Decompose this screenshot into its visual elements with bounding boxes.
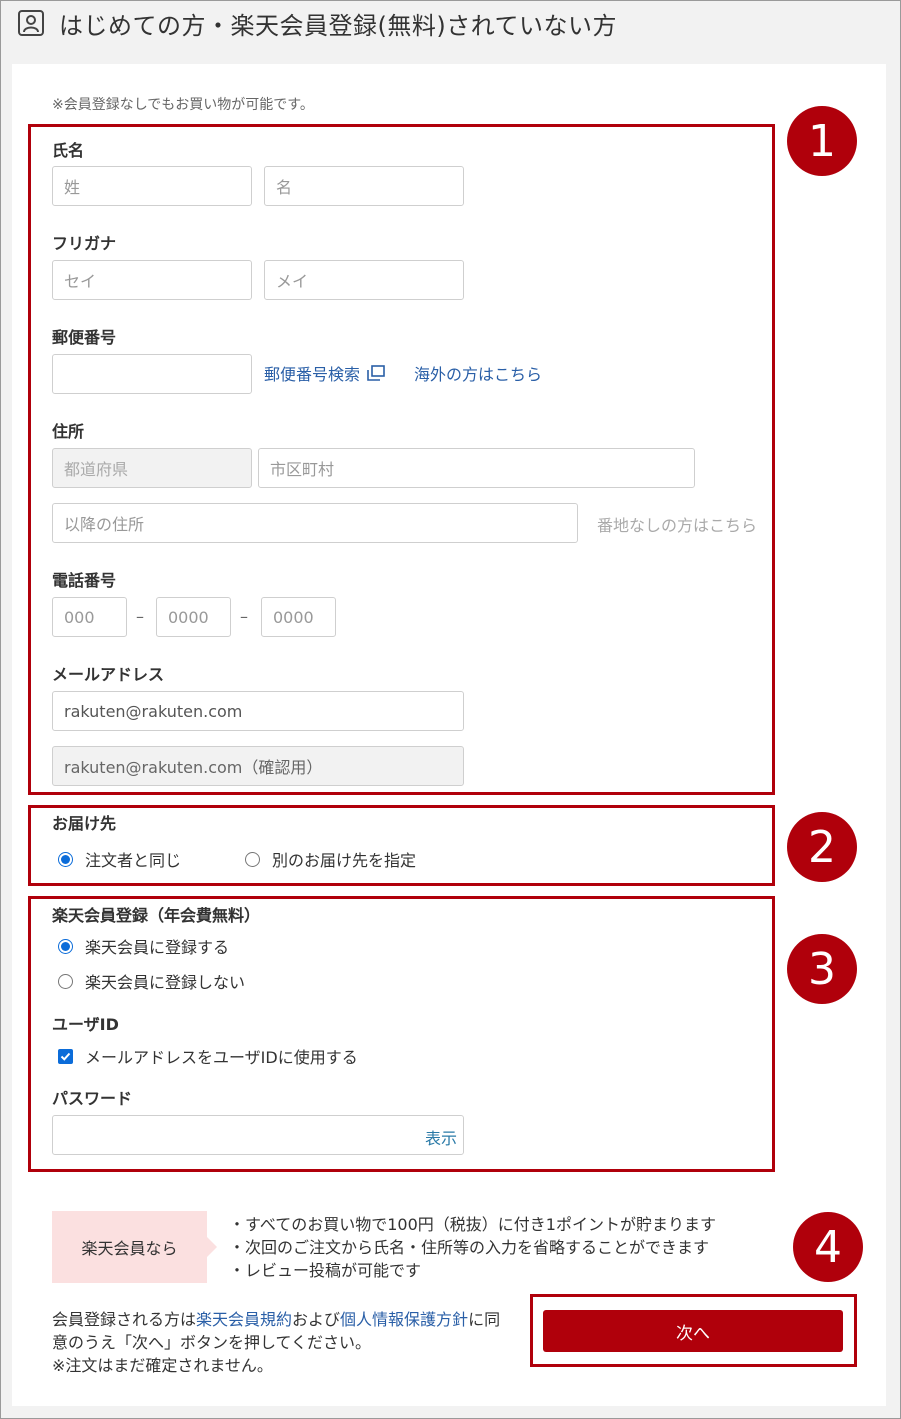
first-name-input[interactable]: 名 — [264, 166, 464, 206]
kana-label: フリガナ — [52, 234, 117, 253]
prefecture-select[interactable]: 都道府県 — [52, 448, 252, 488]
promo-benefits: ・すべてのお買い物で100円（税抜）に付き1ポイントが貯まります ・次回のご注文… — [229, 1213, 716, 1282]
use-email-as-id-checkbox[interactable]: メールアドレスをユーザIDに使用する — [58, 1044, 358, 1068]
last-name-input[interactable]: 姓 — [52, 166, 252, 206]
phone-separator-1: – — [136, 607, 144, 626]
external-window-icon — [367, 365, 385, 381]
terms-notice: 会員登録される方は楽天会員規約および個人情報保護方針に同 意のうえ「次へ」ボタン… — [52, 1308, 500, 1377]
promo-benefit-review: ・レビュー投稿が可能です — [229, 1261, 422, 1280]
register-member-label: 楽天会員に登録する — [85, 938, 230, 957]
city-input[interactable]: 市区町村 — [258, 448, 695, 488]
first-kana-input[interactable]: メイ — [264, 260, 464, 300]
terms-line-3: ※注文はまだ確定されません。 — [52, 1356, 273, 1375]
no-street-number-link[interactable]: 番地なしの方はこちら — [597, 512, 757, 536]
step-badge-4: 4 — [793, 1212, 863, 1282]
name-label: 氏名 — [52, 141, 85, 160]
terms-prefix: 会員登録される方は — [52, 1310, 197, 1329]
register-member-radio[interactable]: 楽天会員に登録する — [58, 934, 229, 958]
section-header: はじめての方・楽天会員登録(無料)されていない方 — [17, 7, 618, 40]
person-icon — [18, 10, 44, 36]
password-label: パスワード — [52, 1089, 133, 1108]
email-label: メールアドレス — [52, 665, 165, 684]
email-input[interactable]: rakuten@rakuten.com — [52, 691, 464, 731]
phone-part3-input[interactable]: 0000 — [261, 597, 336, 637]
member-terms-link[interactable]: 楽天会員規約 — [196, 1310, 292, 1329]
delivery-other-label: 別のお届け先を指定 — [272, 851, 417, 870]
terms-line-1: 会員登録される方は楽天会員規約および個人情報保護方針に同 — [52, 1308, 500, 1331]
last-kana-input[interactable]: セイ — [52, 260, 252, 300]
radio-checked-icon — [58, 938, 73, 954]
email-confirm-input[interactable]: rakuten@rakuten.com（確認用） — [52, 746, 464, 786]
phone-part2-input[interactable]: 0000 — [156, 597, 231, 637]
checkbox-checked-icon — [58, 1048, 73, 1064]
promo-box: 楽天会員なら — [52, 1211, 207, 1283]
radio-unchecked-icon — [245, 851, 260, 867]
highlight-box-2 — [28, 805, 775, 886]
promo-benefit-autofill: ・次回のご注文から氏名・住所等の入力を省略することができます — [229, 1238, 710, 1257]
overseas-link[interactable]: 海外の方はこちら — [414, 361, 542, 385]
postal-search-link[interactable]: 郵便番号検索 — [264, 361, 385, 385]
show-password-button[interactable]: 表示 — [425, 1125, 457, 1149]
terms-line-2: 意のうえ「次へ」ボタンを押してください。 — [52, 1333, 372, 1352]
use-email-as-id-label: メールアドレスをユーザIDに使用する — [85, 1048, 358, 1067]
radio-checked-icon — [58, 851, 73, 867]
terms-middle: および — [292, 1310, 341, 1329]
postal-search-label: 郵便番号検索 — [264, 365, 361, 384]
no-register-label: 楽天会員に登録しない — [85, 973, 246, 992]
promo-benefit-points: ・すべてのお買い物で100円（税抜）に付き1ポイントが貯まります — [229, 1215, 716, 1234]
postal-label: 郵便番号 — [52, 328, 117, 347]
step-badge-2: 2 — [787, 812, 857, 882]
terms-suffix: に同 — [468, 1310, 501, 1329]
phone-part1-input[interactable]: 000 — [52, 597, 127, 637]
delivery-same-label: 注文者と同じ — [85, 851, 182, 870]
promo-arrow — [207, 1237, 217, 1257]
radio-unchecked-icon — [58, 973, 73, 989]
phone-label: 電話番号 — [52, 571, 117, 590]
step-badge-3: 3 — [787, 934, 857, 1004]
phone-separator-2: – — [240, 607, 248, 626]
delivery-other-radio[interactable]: 別のお届け先を指定 — [245, 847, 416, 871]
guest-note: ※会員登録なしでもお買い物が可能です。 — [52, 97, 314, 113]
no-register-radio[interactable]: 楽天会員に登録しない — [58, 969, 245, 993]
step-badge-1: 1 — [787, 106, 857, 176]
delivery-label: お届け先 — [52, 814, 117, 833]
street-address-input[interactable]: 以降の住所 — [52, 503, 578, 543]
user-id-label: ユーザID — [52, 1015, 119, 1034]
privacy-policy-link[interactable]: 個人情報保護方針 — [340, 1310, 468, 1329]
postal-code-input[interactable] — [52, 354, 252, 394]
page-title: はじめての方・楽天会員登録(無料)されていない方 — [59, 11, 618, 40]
address-label: 住所 — [52, 422, 85, 441]
delivery-same-radio[interactable]: 注文者と同じ — [58, 847, 181, 871]
membership-label: 楽天会員登録（年会費無料） — [52, 906, 261, 925]
next-button[interactable]: 次へ — [543, 1310, 843, 1352]
password-input[interactable] — [52, 1115, 464, 1155]
